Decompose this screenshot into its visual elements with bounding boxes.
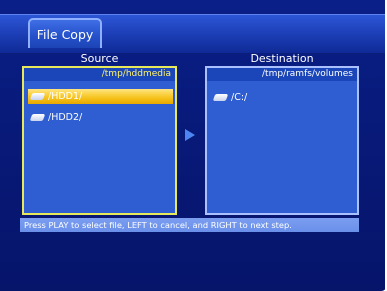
destination-header: Destination bbox=[250, 52, 314, 65]
source-item-hdd1[interactable]: /HDD1/ bbox=[28, 89, 173, 104]
source-panel[interactable]: /tmp/hddmedia /HDD1/ /HDD2/ bbox=[22, 66, 177, 215]
screen: File Copy Source /tmp/hddmedia /HDD1/ /H… bbox=[0, 0, 387, 291]
destination-panel[interactable]: /tmp/ramfs/volumes /C:/ bbox=[205, 66, 359, 215]
source-item-label: /HDD1/ bbox=[48, 91, 83, 102]
hard-disk-icon bbox=[29, 93, 46, 100]
arrow-right-icon bbox=[185, 129, 195, 141]
source-item-label: /HDD2/ bbox=[48, 112, 83, 123]
destination-item-c[interactable]: /C:/ bbox=[211, 90, 356, 105]
help-status-bar: Press PLAY to select file, LEFT to cance… bbox=[20, 218, 359, 232]
source-header: Source bbox=[80, 52, 119, 65]
source-item-hdd2[interactable]: /HDD2/ bbox=[28, 110, 173, 125]
destination-item-label: /C:/ bbox=[231, 92, 248, 103]
hard-disk-icon bbox=[29, 114, 46, 121]
source-path: /tmp/hddmedia bbox=[24, 68, 175, 81]
tab-file-copy[interactable]: File Copy bbox=[28, 18, 102, 48]
hard-disk-icon bbox=[212, 94, 229, 101]
destination-path: /tmp/ramfs/volumes bbox=[207, 68, 357, 81]
